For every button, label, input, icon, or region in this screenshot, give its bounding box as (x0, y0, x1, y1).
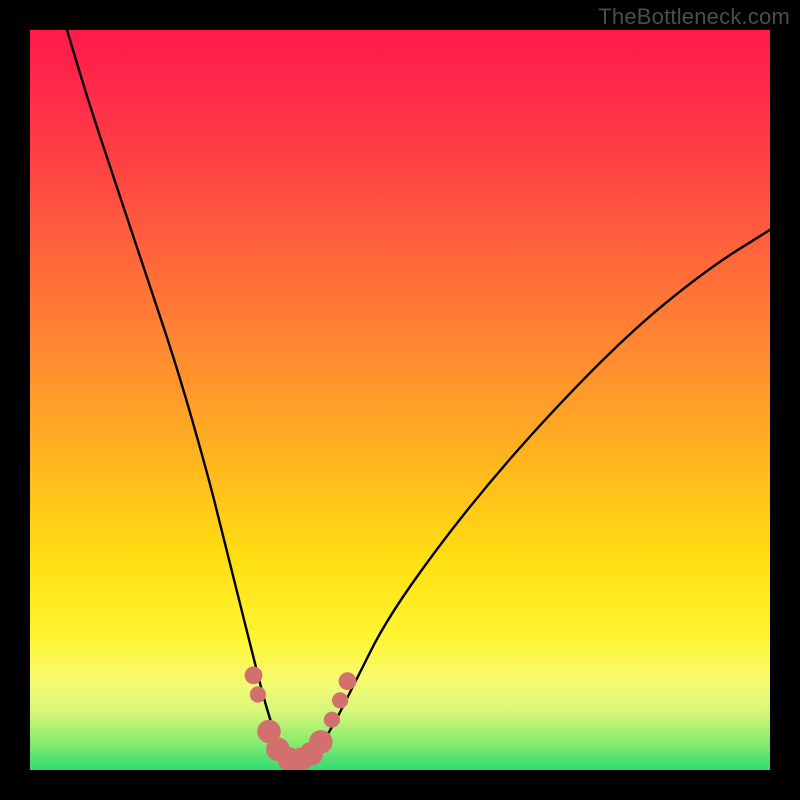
highlight-dot (309, 730, 333, 754)
bottleneck-curve-svg (30, 30, 770, 770)
highlight-dots (245, 666, 357, 770)
chart-frame: TheBottleneck.com (0, 0, 800, 800)
highlight-dot (332, 692, 348, 708)
plot-area (30, 30, 770, 770)
bottleneck-curve (67, 30, 770, 761)
highlight-dot (339, 672, 357, 690)
highlight-dot (245, 666, 263, 684)
highlight-dot (324, 712, 340, 728)
watermark-label: TheBottleneck.com (598, 4, 790, 30)
highlight-dot (250, 686, 266, 702)
